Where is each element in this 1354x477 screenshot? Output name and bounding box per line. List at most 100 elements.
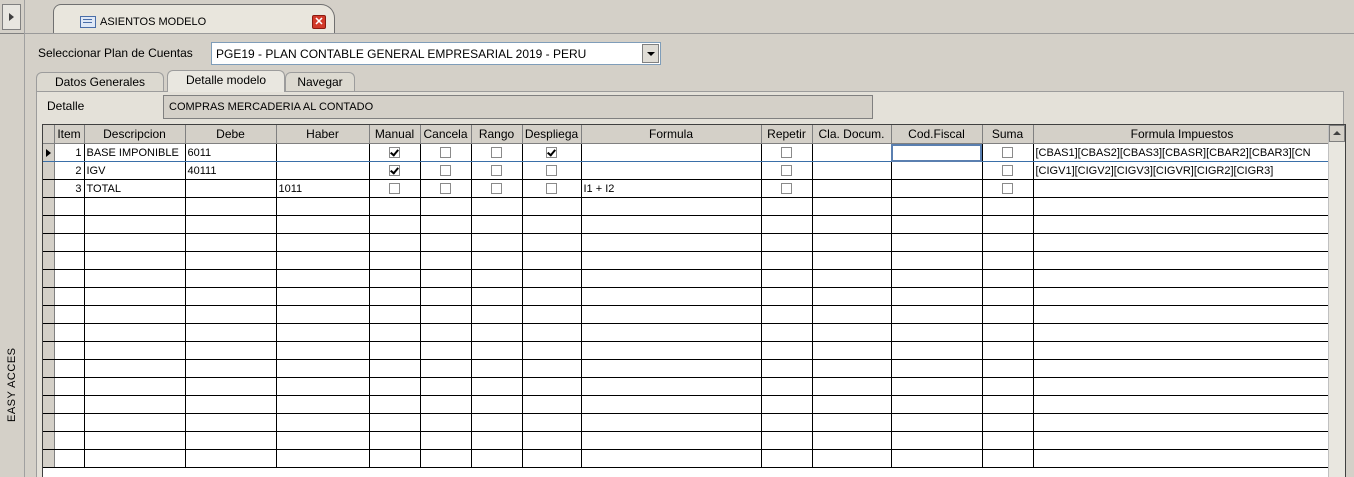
cell-empty[interactable]: [1033, 395, 1332, 414]
cell-empty[interactable]: [1033, 359, 1332, 378]
cell-cod-fiscal[interactable]: [891, 143, 983, 162]
cell-empty[interactable]: [54, 377, 85, 396]
cell-empty[interactable]: [812, 431, 892, 450]
checkbox[interactable]: [546, 147, 557, 159]
cell-empty[interactable]: [522, 377, 582, 396]
cell-empty[interactable]: [891, 305, 983, 324]
cell-empty[interactable]: [522, 269, 582, 288]
column-header[interactable]: Cancela: [420, 125, 472, 144]
cell-empty[interactable]: [54, 269, 85, 288]
cell-debe[interactable]: 40111: [185, 161, 277, 180]
table-row[interactable]: 3 TOTAL 1011 I1 + I2: [43, 179, 1332, 198]
cell-empty[interactable]: [982, 359, 1034, 378]
checkbox[interactable]: [389, 165, 400, 177]
cell-empty[interactable]: [276, 305, 370, 324]
cell-empty[interactable]: [369, 359, 421, 378]
cell-empty[interactable]: [84, 269, 186, 288]
cell-empty[interactable]: [891, 287, 983, 306]
cell-empty[interactable]: [761, 251, 813, 270]
cell-empty[interactable]: [276, 413, 370, 432]
column-header[interactable]: Repetir: [761, 125, 813, 144]
cell-empty[interactable]: [812, 197, 892, 216]
cell-empty[interactable]: [982, 395, 1034, 414]
cell-item[interactable]: 2: [54, 161, 85, 180]
cell-empty[interactable]: [891, 251, 983, 270]
cell-empty[interactable]: [522, 305, 582, 324]
cell-rango[interactable]: [471, 161, 523, 180]
cell-empty[interactable]: [185, 251, 277, 270]
cell-empty[interactable]: [812, 215, 892, 234]
cell-repetir[interactable]: [761, 161, 813, 180]
column-header[interactable]: Cla. Docum.: [812, 125, 892, 144]
cell-haber[interactable]: [276, 143, 370, 162]
cell-empty[interactable]: [1033, 449, 1332, 468]
cell-empty[interactable]: [581, 233, 762, 252]
cell-empty[interactable]: [185, 305, 277, 324]
column-header[interactable]: Rango: [471, 125, 523, 144]
table-row-empty[interactable]: [43, 449, 1332, 468]
cell-empty[interactable]: [471, 287, 523, 306]
cell-empty[interactable]: [891, 341, 983, 360]
cell-empty[interactable]: [84, 215, 186, 234]
cell-empty[interactable]: [54, 287, 85, 306]
cell-cod-fiscal[interactable]: [891, 179, 983, 198]
cell-empty[interactable]: [276, 359, 370, 378]
cell-empty[interactable]: [84, 323, 186, 342]
cell-empty[interactable]: [369, 215, 421, 234]
cell-debe[interactable]: 6011: [185, 143, 277, 162]
cell-empty[interactable]: [54, 305, 85, 324]
checkbox[interactable]: [1002, 147, 1013, 159]
cell-empty[interactable]: [581, 359, 762, 378]
cell-formula-impuestos[interactable]: [CIGV1][CIGV2][CIGV3][CIGVR][CIGR2][CIGR…: [1033, 161, 1332, 180]
close-icon[interactable]: ✕: [312, 15, 326, 29]
cell-empty[interactable]: [471, 449, 523, 468]
cell-despliega[interactable]: [522, 143, 582, 162]
cell-empty[interactable]: [185, 341, 277, 360]
table-row-empty[interactable]: [43, 323, 1332, 342]
cell-cla-docum[interactable]: [812, 179, 892, 198]
checkbox[interactable]: [440, 183, 451, 195]
cell-formula-impuestos[interactable]: [CBAS1][CBAS2][CBAS3][CBASR][CBAR2][CBAR…: [1033, 143, 1332, 162]
cell-suma[interactable]: [982, 143, 1034, 162]
column-header[interactable]: Debe: [185, 125, 277, 144]
cell-empty[interactable]: [471, 197, 523, 216]
cell-empty[interactable]: [471, 395, 523, 414]
cell-formula[interactable]: I1 + I2: [581, 179, 762, 198]
scroll-up-icon[interactable]: [1329, 125, 1345, 142]
cell-empty[interactable]: [276, 341, 370, 360]
cell-empty[interactable]: [522, 233, 582, 252]
checkbox[interactable]: [546, 183, 557, 195]
cell-empty[interactable]: [812, 305, 892, 324]
cell-empty[interactable]: [54, 323, 85, 342]
column-header[interactable]: Descripcion: [84, 125, 186, 144]
cell-empty[interactable]: [761, 323, 813, 342]
table-row-empty[interactable]: [43, 251, 1332, 270]
cell-empty[interactable]: [471, 215, 523, 234]
cell-empty[interactable]: [276, 395, 370, 414]
cell-cla-docum[interactable]: [812, 161, 892, 180]
cell-empty[interactable]: [761, 449, 813, 468]
cell-empty[interactable]: [276, 377, 370, 396]
cell-empty[interactable]: [54, 197, 85, 216]
cell-haber[interactable]: [276, 161, 370, 180]
checkbox[interactable]: [781, 183, 792, 195]
cell-empty[interactable]: [1033, 305, 1332, 324]
cell-empty[interactable]: [185, 323, 277, 342]
checkbox[interactable]: [491, 165, 502, 177]
cell-cod-fiscal[interactable]: [891, 161, 983, 180]
cell-empty[interactable]: [522, 341, 582, 360]
cell-empty[interactable]: [761, 287, 813, 306]
cell-empty[interactable]: [369, 377, 421, 396]
cell-empty[interactable]: [276, 323, 370, 342]
cell-empty[interactable]: [420, 431, 472, 450]
cell-formula-impuestos[interactable]: [1033, 179, 1332, 198]
cell-empty[interactable]: [369, 323, 421, 342]
cell-empty[interactable]: [185, 377, 277, 396]
cell-empty[interactable]: [276, 215, 370, 234]
tab-datos-generales[interactable]: Datos Generales: [36, 72, 164, 91]
checkbox[interactable]: [781, 165, 792, 177]
cell-empty[interactable]: [471, 251, 523, 270]
cell-empty[interactable]: [471, 269, 523, 288]
cell-empty[interactable]: [812, 233, 892, 252]
column-header[interactable]: Despliega: [522, 125, 582, 144]
